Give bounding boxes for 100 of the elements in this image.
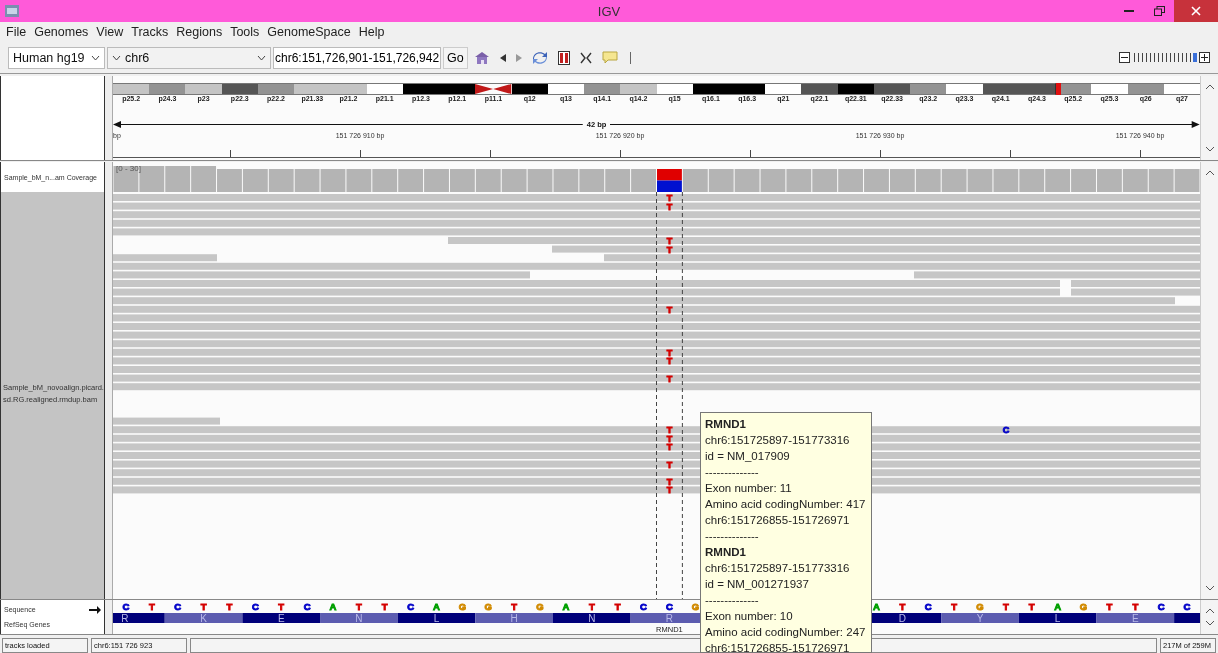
zoom-in-button[interactable] (1199, 52, 1210, 63)
sequence-base: C (924, 601, 932, 612)
menu-item[interactable]: Tools (226, 25, 264, 39)
locus-field[interactable]: chr6:151,726,901-151,726,942 (273, 46, 441, 69)
coverage-bar (191, 166, 216, 192)
sequence-base: C (303, 601, 311, 612)
minimize-icon (1124, 10, 1134, 12)
coverage-bar (1122, 169, 1148, 192)
menu-item[interactable]: Help (354, 25, 389, 39)
mismatch-base: T (666, 236, 673, 246)
sequence-base: T (278, 601, 285, 612)
menu-item[interactable]: Tracks (127, 25, 173, 39)
tooltip-title: RMND1 (705, 417, 747, 432)
coverage-bar (1097, 169, 1122, 192)
amino-acid: Y (976, 612, 984, 624)
sequence-base: A (562, 601, 570, 612)
coverage-bar (708, 169, 734, 192)
inward-arrows-icon (579, 51, 592, 64)
sequence-base: T (200, 601, 207, 612)
close-icon (1191, 6, 1201, 16)
scroll-up-icon[interactable] (1204, 608, 1215, 614)
tooltip-line: Amino acid codingNumber: 417 (705, 497, 867, 512)
right-arrow-icon (515, 53, 522, 62)
tooltip-line: Exon number: 11 (705, 481, 793, 496)
amino-acid: R (121, 612, 129, 624)
scroll-down-icon[interactable] (1204, 146, 1215, 152)
chevron-down-icon (112, 54, 121, 61)
menu-item[interactable]: Genomes (30, 25, 93, 39)
sequence-base: G (691, 601, 699, 612)
close-button[interactable] (1174, 0, 1218, 22)
tooltip-line: -------------- (705, 529, 760, 544)
tooltip-line: chr6:151726855-151726971 (705, 641, 851, 653)
coverage-bar (812, 169, 838, 192)
refresh-icon (531, 50, 548, 65)
amino-acid: H (510, 612, 518, 624)
sequence-base: T (1003, 601, 1009, 612)
app-icon (5, 5, 19, 17)
sequence-base: C (407, 601, 415, 612)
coverage-bar (760, 169, 786, 192)
sequence-base: T (1028, 601, 1035, 612)
mismatch-base: T (666, 304, 673, 315)
coverage-bar (864, 169, 889, 192)
scroll-down-icon[interactable] (1204, 620, 1215, 626)
go-button[interactable]: Go (443, 46, 468, 69)
sequence-base: T (951, 601, 958, 612)
amino-acid: N (355, 612, 363, 624)
coverage-bar (294, 169, 320, 192)
chevron-down-icon (91, 54, 100, 61)
tooltip-title: RMND1 (705, 545, 747, 560)
coverage-bar (967, 169, 993, 192)
coverage-bar (838, 169, 864, 192)
tooltip-line: -------------- (705, 593, 760, 608)
coverage-bar (113, 166, 139, 192)
coverage-bar (941, 169, 967, 192)
sequence-base: A (433, 601, 440, 612)
chromosome-dropdown[interactable]: chr6 (107, 46, 271, 69)
menu-item[interactable]: Regions (172, 25, 227, 39)
sequence-base: G (1079, 601, 1088, 612)
mismatch-base: T (666, 356, 673, 367)
mismatch-base: T (666, 244, 673, 255)
coverage-bar (372, 169, 398, 192)
home-icon (473, 50, 490, 65)
amino-acid: R (665, 612, 674, 624)
mismatch-base: T (666, 373, 673, 384)
sequence-base: C (251, 601, 259, 612)
coverage-bar (320, 169, 346, 192)
genome-dropdown[interactable]: Human hg19 (8, 46, 105, 69)
scroll-down-icon[interactable] (1204, 585, 1215, 591)
sequence-base: T (614, 601, 621, 612)
tooltip-line: Amino acid codingNumber: 247 (705, 625, 867, 640)
zoom-level-marker[interactable] (1193, 53, 1197, 62)
sequence-base: A (873, 601, 880, 612)
menu-item[interactable]: View (92, 25, 128, 39)
restore-icon (1153, 6, 1165, 16)
coverage-bar (242, 169, 268, 192)
zoom-slider[interactable] (1132, 52, 1197, 63)
scroll-up-icon[interactable] (1204, 84, 1215, 90)
sequence-base: G (484, 601, 492, 612)
tooltip-line: Exon number: 10 (705, 609, 794, 624)
amino-acid: L (1054, 612, 1061, 624)
coverage-bar (786, 169, 812, 192)
sequence-base: T (899, 601, 906, 612)
sequence-base: T (1132, 601, 1139, 612)
mismatch-base: T (666, 433, 673, 444)
scroll-up-icon[interactable] (1204, 170, 1215, 176)
menu-item[interactable]: GenomeSpace (263, 25, 355, 39)
menu-item[interactable]: File (2, 25, 31, 39)
sequence-base: G (976, 601, 984, 612)
sequence-base: C (174, 601, 182, 612)
sequence-base: A (1054, 601, 1062, 612)
sequence-base: C (666, 601, 673, 612)
zoom-out-button[interactable] (1119, 52, 1130, 63)
tooltip-line: -------------- (705, 465, 760, 480)
sequence-base: C (640, 601, 647, 612)
sequence-base: C (122, 601, 130, 612)
right-arrow-icon[interactable] (89, 605, 101, 614)
coverage-bar (657, 169, 682, 192)
chevron-down-icon (257, 54, 266, 61)
coverage-bar (398, 169, 424, 192)
coverage-bar (734, 169, 760, 192)
